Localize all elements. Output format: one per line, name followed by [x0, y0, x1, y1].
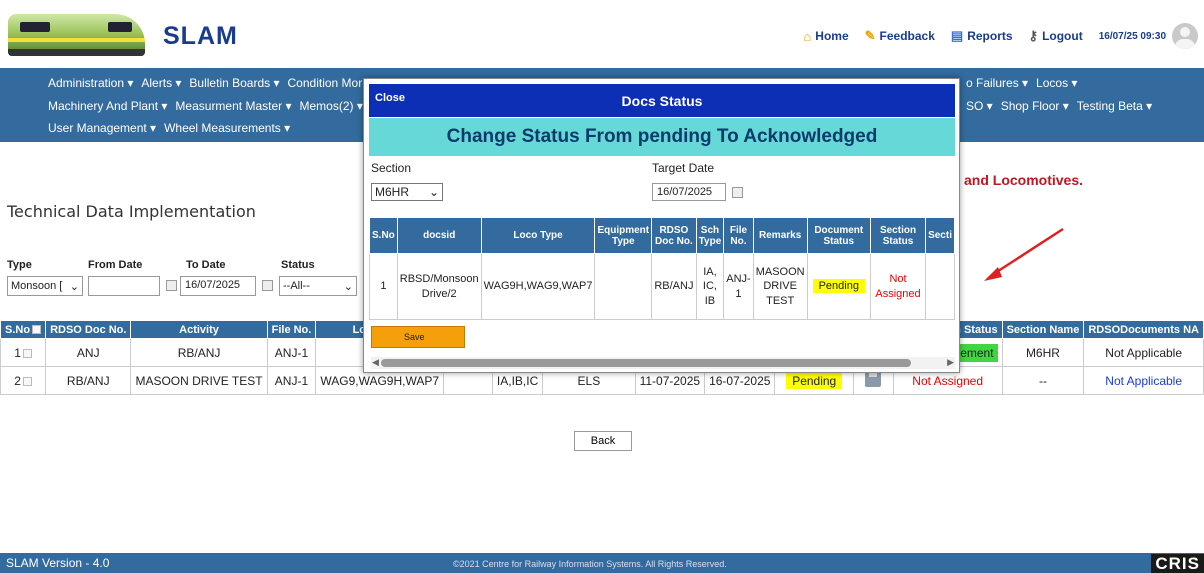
- horizontal-scrollbar[interactable]: ◀ ▶: [371, 357, 955, 369]
- status-label: Status: [281, 259, 315, 271]
- to-date-label: To Date: [186, 259, 226, 271]
- target-date-input[interactable]: 16/07/2025: [652, 183, 726, 201]
- nav-locos[interactable]: Locos ▾: [1036, 76, 1077, 90]
- nav-machinery[interactable]: Machinery And Plant ▾: [48, 99, 167, 113]
- from-date-input[interactable]: [88, 276, 160, 296]
- logout-link[interactable]: ⚷ Logout: [1029, 28, 1083, 44]
- chevron-down-icon: ⌄: [428, 185, 439, 199]
- cris-logo: CRIS: [1151, 554, 1204, 573]
- home-icon: ⌂: [803, 28, 812, 44]
- avatar[interactable]: [1172, 23, 1198, 49]
- rdso-docs-link[interactable]: Not Applicable: [1083, 366, 1204, 395]
- nav-alerts[interactable]: Alerts ▾: [141, 76, 181, 90]
- marquee-text: and Locomotives.: [964, 172, 1084, 188]
- chevron-down-icon: ⌄: [343, 280, 353, 293]
- document-status-badge: Pending: [786, 372, 843, 389]
- dialog-header: Close Docs Status: [369, 84, 955, 117]
- select-all-checkbox[interactable]: [32, 325, 42, 335]
- scroll-left-icon[interactable]: ◀: [372, 357, 379, 368]
- row-checkbox[interactable]: [22, 376, 32, 386]
- document-status-badge: Pending: [812, 279, 865, 294]
- chart-icon: ▤: [950, 28, 964, 43]
- locomotive-logo: [8, 14, 145, 56]
- row-checkbox[interactable]: [22, 348, 32, 358]
- red-arrow-annotation: [984, 227, 1064, 281]
- nav-loco-failures[interactable]: o Failures ▾: [966, 76, 1028, 90]
- nav-row-1-right: o Failures ▾ Locos ▾: [966, 76, 1085, 90]
- datetime: 16/07/25 09:30: [1098, 30, 1166, 42]
- section-label: Section: [371, 161, 412, 175]
- nav-row-2-right: SO ▾ Shop Floor ▾ Testing Beta ▾: [966, 99, 1160, 113]
- col-rdso-docs: RDSODocuments NA: [1083, 320, 1204, 339]
- app-name: SLAM: [163, 22, 238, 50]
- nav-bulletin-boards[interactable]: Bulletin Boards ▾: [189, 76, 279, 90]
- nav-rdso[interactable]: SO ▾: [966, 99, 993, 113]
- calendar-icon[interactable]: [262, 280, 273, 291]
- col-sno: S.No: [0, 320, 47, 339]
- nav-memos[interactable]: Memos(2) ▾: [299, 99, 362, 113]
- back-button[interactable]: Back: [574, 431, 632, 451]
- reports-link[interactable]: ▤ Reports: [951, 28, 1013, 44]
- nav-row-3: User Management ▾ Wheel Measurements ▾: [48, 121, 298, 135]
- version-text: SLAM Version - 4.0: [6, 556, 110, 570]
- dialog-table-wrap: S.No docsid Loco Type Equipment Type RDS…: [369, 217, 955, 321]
- nav-shop-floor[interactable]: Shop Floor ▾: [1001, 99, 1069, 113]
- nav-testing-beta[interactable]: Testing Beta ▾: [1077, 99, 1152, 113]
- chevron-down-icon: ⌄: [69, 280, 79, 293]
- calendar-icon[interactable]: [166, 280, 177, 291]
- nav-measurment-master[interactable]: Measurment Master ▾: [175, 99, 291, 113]
- footer: SLAM Version - 4.0 ©2021 Centre for Rail…: [0, 553, 1204, 573]
- docs-status-dialog: Close Docs Status Change Status From pen…: [363, 78, 960, 373]
- nav-user-management[interactable]: User Management ▾: [48, 121, 156, 135]
- scrollbar-thumb[interactable]: [381, 359, 911, 367]
- type-select[interactable]: Monsoon [⌄: [7, 276, 83, 296]
- calendar-icon[interactable]: [732, 187, 743, 198]
- section-select[interactable]: M6HR ⌄: [371, 183, 443, 201]
- status-select[interactable]: --All-- ⌄: [279, 276, 357, 296]
- copyright-text: ©2021 Centre for Railway Information Sys…: [453, 559, 727, 569]
- nav-wheel-measurements[interactable]: Wheel Measurements ▾: [164, 121, 290, 135]
- from-date-label: From Date: [88, 259, 143, 271]
- home-link[interactable]: ⌂ Home: [803, 29, 848, 44]
- col-rdso: RDSO Doc No.: [45, 320, 132, 339]
- nav-condition-monitoring[interactable]: Condition Mor: [288, 76, 363, 90]
- col-file: File No.: [266, 320, 317, 339]
- dialog-subtitle: Change Status From pending To Acknowledg…: [369, 118, 955, 156]
- table-row: 1 RBSD/Monsoon Drive/2 WAG9H,WAG9,WAP7 R…: [369, 253, 955, 320]
- save-icon[interactable]: [865, 371, 882, 387]
- to-date-input[interactable]: 16/07/2025: [180, 276, 256, 296]
- dialog-title: Docs Status: [621, 93, 703, 109]
- feedback-link[interactable]: ✎ Feedback: [865, 28, 935, 44]
- col-activity: Activity: [130, 320, 268, 339]
- target-date-label: Target Date: [652, 161, 715, 175]
- save-button[interactable]: Save: [371, 326, 465, 348]
- col-section-name: Section Name: [1001, 320, 1085, 339]
- nav-administration[interactable]: Administration ▾: [48, 76, 133, 90]
- scroll-right-icon[interactable]: ▶: [947, 357, 954, 368]
- key-icon: ⚷: [1028, 28, 1039, 43]
- type-label: Type: [7, 259, 32, 271]
- nav-row-2: Machinery And Plant ▾ Measurment Master …: [48, 99, 371, 113]
- page-title: Technical Data Implementation: [7, 202, 256, 221]
- dialog-table: S.No docsid Loco Type Equipment Type RDS…: [369, 217, 955, 320]
- pencil-icon: ✎: [864, 28, 876, 43]
- top-links: ⌂ Home ✎ Feedback ▤ Reports ⚷ Logout 16/07/2…: [803, 23, 1204, 49]
- nav-row-1: Administration ▾ Alerts ▾ Bulletin Board…: [48, 76, 370, 90]
- section-status: Not Assigned: [869, 253, 927, 320]
